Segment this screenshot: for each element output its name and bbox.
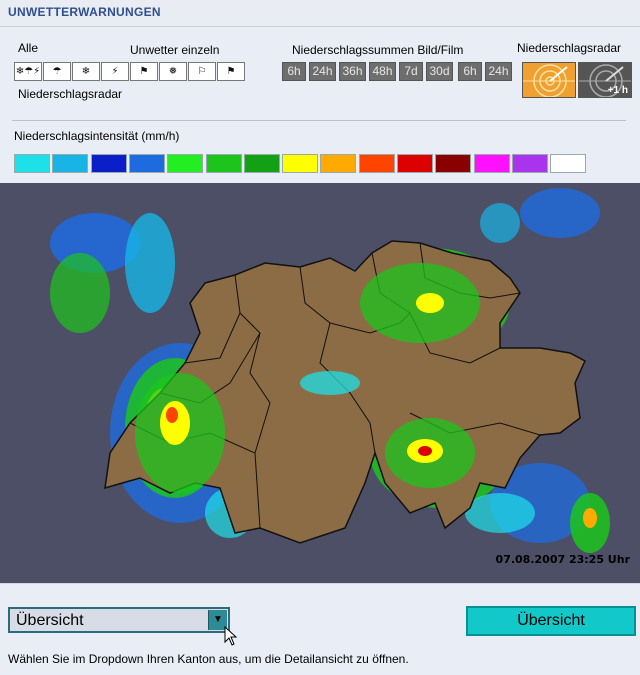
unwetter-einzeln-label: Unwetter einzeln <box>130 43 220 57</box>
rain-icon[interactable]: ☂ <box>43 62 71 81</box>
dropdown-hint: Wählen Sie im Dropdown Ihren Kanton aus,… <box>8 652 409 666</box>
legend-swatch <box>550 154 587 173</box>
sum-button-24h[interactable]: 24h <box>309 62 336 81</box>
legend-title: Niederschlagsintensität (mm/h) <box>14 129 180 143</box>
alle-label: Alle <box>18 41 39 55</box>
legend-swatch <box>14 154 50 173</box>
film-button-24h[interactable]: 24h <box>485 62 512 81</box>
radar-map-image <box>50 188 610 553</box>
legend-swatch <box>90 154 127 173</box>
window-title: UNWETTERWARNUNGEN <box>8 5 161 19</box>
legend-swatch <box>473 154 510 173</box>
flag-icon[interactable]: ⚐ <box>188 62 216 81</box>
sum-button-6h[interactable]: 6h <box>282 62 306 81</box>
radar-timestamp: 07.08.2007 23:25 Uhr <box>495 553 630 566</box>
thunderstorm-icon[interactable]: ⚡ <box>101 62 129 81</box>
radar-label: Niederschlagsradar <box>517 41 622 55</box>
niederschlagssummen-label: Niederschlagssummen Bild/Film <box>292 43 464 57</box>
legend-swatch <box>320 154 357 173</box>
legend-swatch <box>128 154 165 173</box>
kanton-dropdown[interactable]: Übersicht ▼ <box>8 607 230 633</box>
legend-swatch <box>282 154 319 173</box>
legend-swatch <box>397 154 433 173</box>
sum-button-48h[interactable]: 48h <box>369 62 396 81</box>
legend-swatch <box>52 154 89 173</box>
control-panel: Alle Unwetter einzeln Niederschlagssumme… <box>0 27 640 183</box>
frost-icon[interactable]: ❅ <box>159 62 187 81</box>
forecast-label: +1 h <box>607 85 628 96</box>
legend-swatch <box>243 154 280 173</box>
sum-button-30d[interactable]: 30d <box>426 62 453 81</box>
title-bar: UNWETTERWARNUNGEN <box>0 0 640 27</box>
legend-swatch <box>205 154 242 173</box>
snow-icon[interactable]: ❄ <box>72 62 100 81</box>
legend-swatch <box>167 154 204 173</box>
all-warnings-icon[interactable]: ❄☂⚡ <box>14 62 42 81</box>
sum-button-36h[interactable]: 36h <box>339 62 366 81</box>
film-button-6h[interactable]: 6h <box>458 62 482 81</box>
panel-divider <box>12 120 626 121</box>
radar-sweep-icon <box>523 64 575 97</box>
legend-swatch <box>358 154 395 173</box>
sum-button-7d[interactable]: 7d <box>399 62 423 81</box>
storm-flag-icon[interactable]: ⚑ <box>217 62 245 81</box>
dropdown-value: Übersicht <box>16 612 84 629</box>
radar-sub-label: Niederschlagsradar <box>18 87 123 101</box>
radar-forecast-button[interactable]: +1 h <box>578 62 632 98</box>
footer-panel: Übersicht ▼ Übersicht Wählen Sie im Drop… <box>0 583 640 675</box>
legend-swatch <box>435 154 472 173</box>
uebersicht-button[interactable]: Übersicht <box>466 606 636 636</box>
radar-current-button[interactable] <box>522 62 576 98</box>
legend-swatch <box>511 154 548 173</box>
wind-icon[interactable]: ⚑ <box>130 62 158 81</box>
radar-map: 07.08.2007 23:25 Uhr <box>0 183 640 583</box>
mouse-cursor-icon <box>224 626 238 646</box>
